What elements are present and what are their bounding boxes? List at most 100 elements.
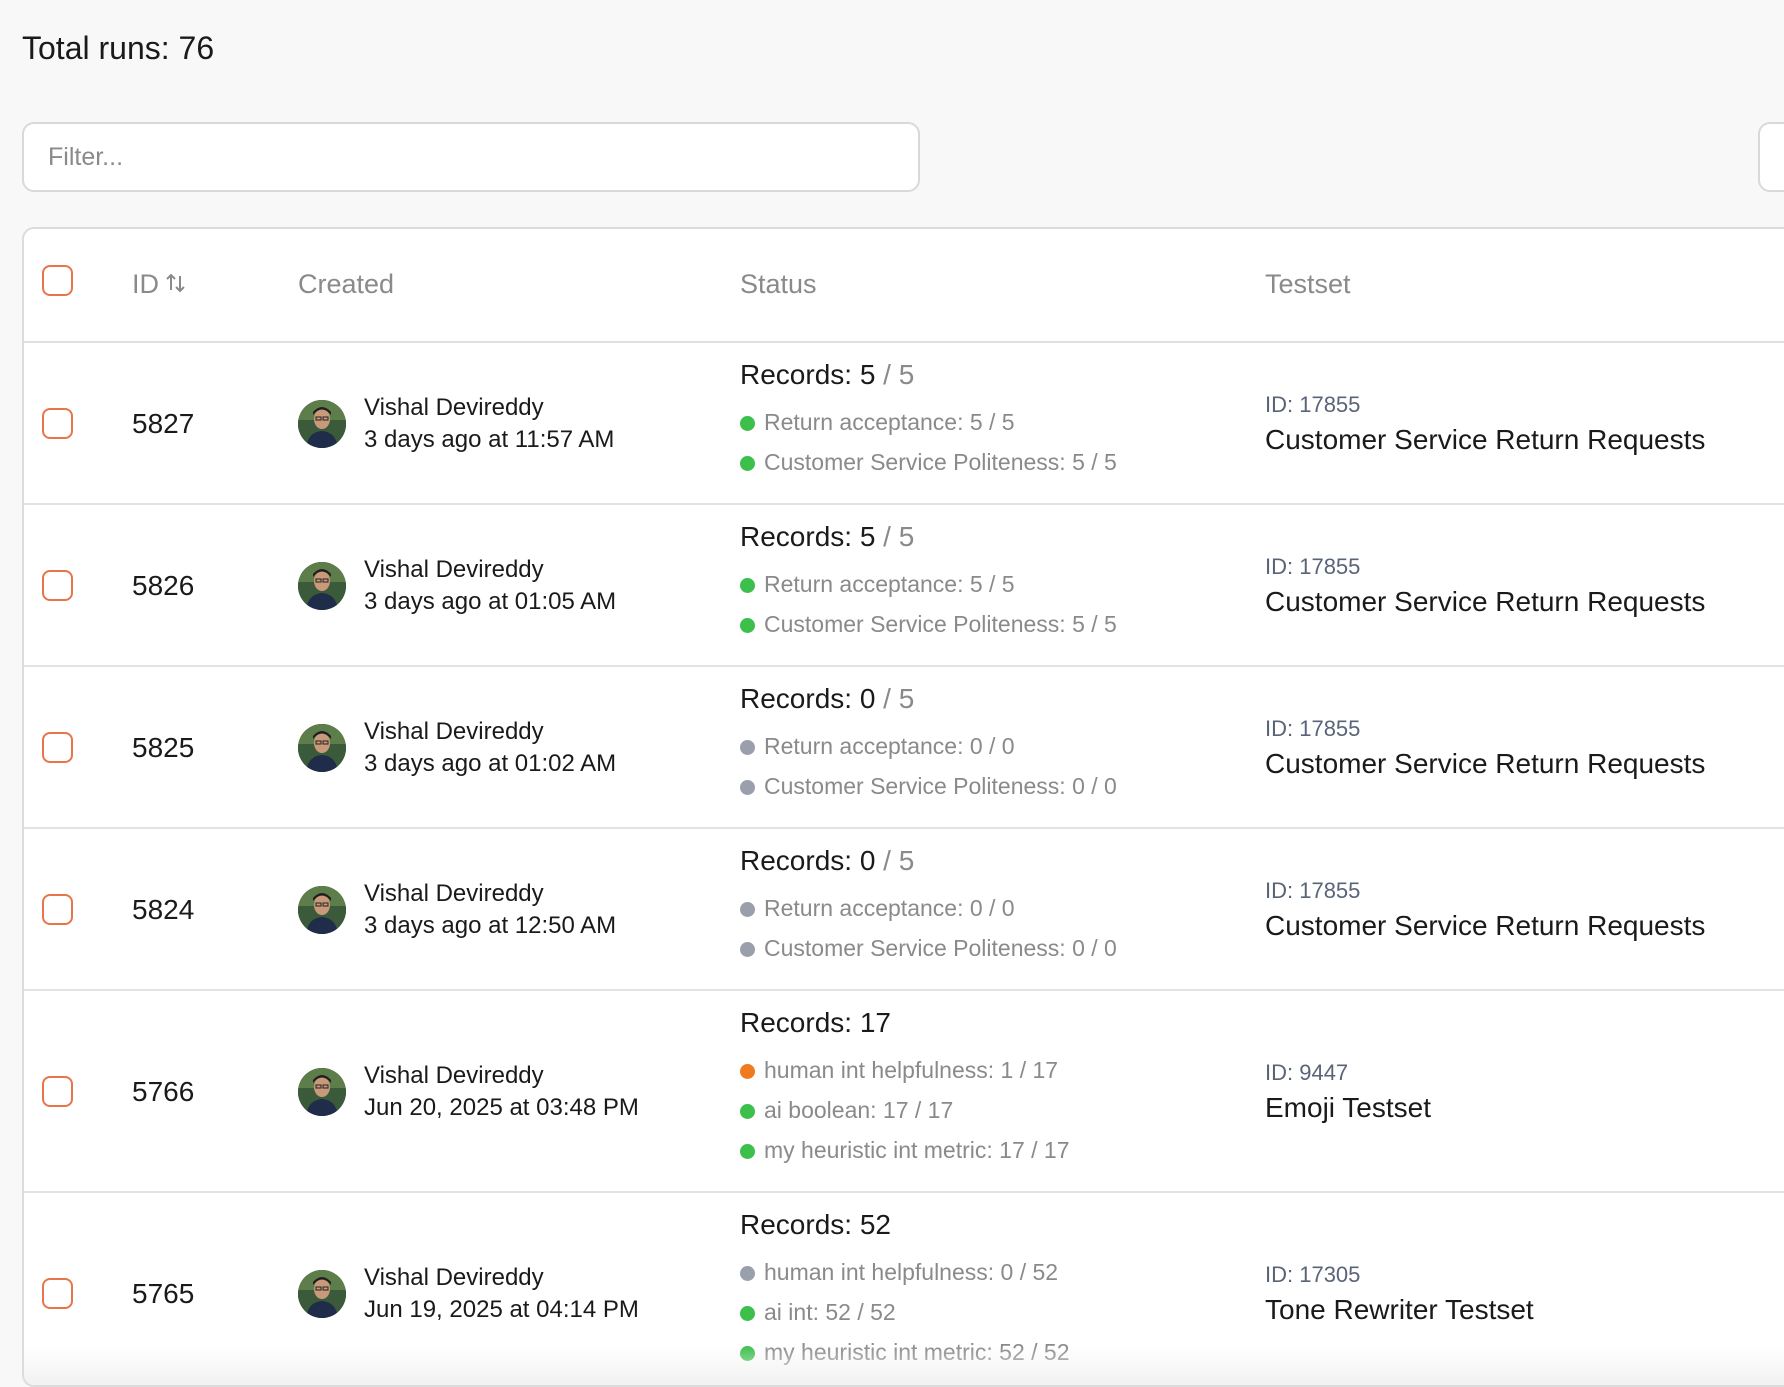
metric-label: Customer Service Politeness: 0 / 0: [764, 773, 1117, 799]
metric-item[interactable]: Customer Service Politeness: 0 / 0: [740, 935, 1117, 962]
table-header: ID Created Status Testset: [24, 229, 1784, 343]
created-date: 3 days ago at 01:02 AM: [364, 750, 617, 777]
testset-name[interactable]: Emoji Testset: [1265, 1092, 1431, 1124]
records-done: Records: 5: [740, 521, 876, 552]
run-id[interactable]: 5827: [132, 408, 194, 440]
records-count: Records: 0 / 5: [740, 683, 914, 715]
created-date: 3 days ago at 12:50 AM: [364, 912, 617, 939]
avatar: [298, 886, 346, 934]
metric-label: Customer Service Politeness: 0 / 0: [764, 935, 1117, 961]
metric-item[interactable]: human int helpfulness: 1 / 17: [740, 1057, 1058, 1084]
testset-name[interactable]: Customer Service Return Requests: [1265, 910, 1705, 942]
testset-name[interactable]: Tone Rewriter Testset: [1265, 1294, 1534, 1326]
run-id[interactable]: 5826: [132, 570, 194, 602]
testset-name[interactable]: Customer Service Return Requests: [1265, 424, 1705, 456]
metric-label: human int helpfulness: 1 / 17: [764, 1057, 1059, 1083]
toolbar-button[interactable]: [1758, 122, 1784, 192]
metric-label: my heuristic int metric: 17 / 17: [764, 1137, 1070, 1163]
metric-label: Return acceptance: 5 / 5: [764, 409, 1015, 435]
testset-name[interactable]: Customer Service Return Requests: [1265, 586, 1705, 618]
metric-item[interactable]: ai int: 52 / 52: [740, 1299, 896, 1326]
status-dot-icon: [740, 1266, 755, 1281]
creator-name: Vishal Devireddy: [364, 394, 544, 421]
metric-item[interactable]: Customer Service Politeness: 5 / 5: [740, 449, 1117, 476]
status-dot-icon: [740, 456, 755, 471]
metric-item[interactable]: my heuristic int metric: 17 / 17: [740, 1137, 1070, 1164]
row-checkbox[interactable]: [42, 570, 73, 601]
created-date: 3 days ago at 11:57 AM: [364, 426, 615, 453]
status-dot-icon: [740, 416, 755, 431]
column-header-id[interactable]: ID: [132, 269, 187, 301]
metric-item[interactable]: human int helpfulness: 0 / 52: [740, 1259, 1058, 1286]
avatar: [298, 1270, 346, 1318]
row-checkbox[interactable]: [42, 732, 73, 763]
row-checkbox[interactable]: [42, 408, 73, 439]
status-dot-icon: [740, 1104, 755, 1119]
scroll-fade: [24, 1345, 1784, 1385]
testset-id: ID: 17855: [1265, 716, 1361, 741]
metric-item[interactable]: Return acceptance: 5 / 5: [740, 571, 1015, 598]
records-count: Records: 5 / 5: [740, 521, 914, 553]
status-dot-icon: [740, 618, 755, 633]
testset-id: ID: 9447: [1265, 1060, 1349, 1085]
created-date: Jun 19, 2025 at 04:14 PM: [364, 1296, 639, 1323]
metric-label: ai boolean: 17 / 17: [764, 1097, 954, 1123]
metric-label: human int helpfulness: 0 / 52: [764, 1259, 1059, 1285]
total-runs-label: Total runs: 76: [22, 30, 215, 66]
select-all-checkbox[interactable]: [42, 265, 73, 296]
metric-item[interactable]: ai boolean: 17 / 17: [740, 1097, 953, 1124]
table-row[interactable]: 5826 Vishal Devireddy 3 days ago at 01:05 …: [24, 505, 1784, 667]
avatar: [298, 400, 346, 448]
creator-name: Vishal Devireddy: [364, 1062, 544, 1089]
column-header-testset[interactable]: Testset: [1265, 269, 1351, 300]
metric-item[interactable]: Return acceptance: 0 / 0: [740, 733, 1015, 760]
sort-icon[interactable]: [165, 270, 187, 301]
filter-input[interactable]: [22, 122, 920, 192]
creator-name: Vishal Devireddy: [364, 1264, 544, 1291]
status-dot-icon: [740, 1064, 755, 1079]
column-header-status[interactable]: Status: [740, 269, 817, 300]
row-checkbox[interactable]: [42, 894, 73, 925]
status-dot-icon: [740, 1144, 755, 1159]
metric-label: Return acceptance: 0 / 0: [764, 895, 1015, 921]
testset-id: ID: 17855: [1265, 554, 1361, 579]
metric-item[interactable]: Return acceptance: 0 / 0: [740, 895, 1015, 922]
metric-label: ai int: 52 / 52: [764, 1299, 896, 1325]
records-done: Records: 0: [740, 683, 876, 714]
testset-name[interactable]: Customer Service Return Requests: [1265, 748, 1705, 780]
status-dot-icon: [740, 780, 755, 795]
records-done: Records: 5: [740, 359, 876, 390]
records-done: Records: 17: [740, 1007, 891, 1038]
row-checkbox[interactable]: [42, 1278, 73, 1309]
table-row[interactable]: 5824 Vishal Devireddy 3 days ago at 12:50 …: [24, 829, 1784, 991]
status-dot-icon: [740, 902, 755, 917]
metric-item[interactable]: Return acceptance: 5 / 5: [740, 409, 1015, 436]
creator-name: Vishal Devireddy: [364, 556, 544, 583]
run-id[interactable]: 5824: [132, 894, 194, 926]
run-id[interactable]: 5825: [132, 732, 194, 764]
status-dot-icon: [740, 578, 755, 593]
metric-label: Customer Service Politeness: 5 / 5: [764, 449, 1117, 475]
avatar: [298, 562, 346, 610]
creator-name: Vishal Devireddy: [364, 880, 544, 907]
metric-item[interactable]: Customer Service Politeness: 5 / 5: [740, 611, 1117, 638]
metric-label: Return acceptance: 0 / 0: [764, 733, 1015, 759]
records-total: / 5: [875, 521, 915, 552]
table-row[interactable]: 5825 Vishal Devireddy 3 days ago at 01:02 …: [24, 667, 1784, 829]
metric-item[interactable]: Customer Service Politeness: 0 / 0: [740, 773, 1117, 800]
table-row[interactable]: 5766 Vishal Devireddy Jun 20, 2025 at 03:4…: [24, 991, 1784, 1193]
table-row[interactable]: 5827 Vishal Devireddy 3 days ago at 11:57 …: [24, 343, 1784, 505]
row-checkbox[interactable]: [42, 1076, 73, 1107]
testset-id: ID: 17855: [1265, 392, 1361, 417]
column-header-id-label: ID: [132, 269, 159, 299]
status-dot-icon: [740, 942, 755, 957]
created-date: Jun 20, 2025 at 03:48 PM: [364, 1094, 639, 1121]
run-id[interactable]: 5766: [132, 1076, 194, 1108]
column-header-created[interactable]: Created: [298, 269, 394, 300]
run-id[interactable]: 5765: [132, 1278, 194, 1310]
creator-name: Vishal Devireddy: [364, 718, 544, 745]
records-total: / 5: [875, 845, 915, 876]
created-date: 3 days ago at 01:05 AM: [364, 588, 617, 615]
metric-label: Customer Service Politeness: 5 / 5: [764, 611, 1117, 637]
records-count: Records: 17: [740, 1007, 891, 1039]
